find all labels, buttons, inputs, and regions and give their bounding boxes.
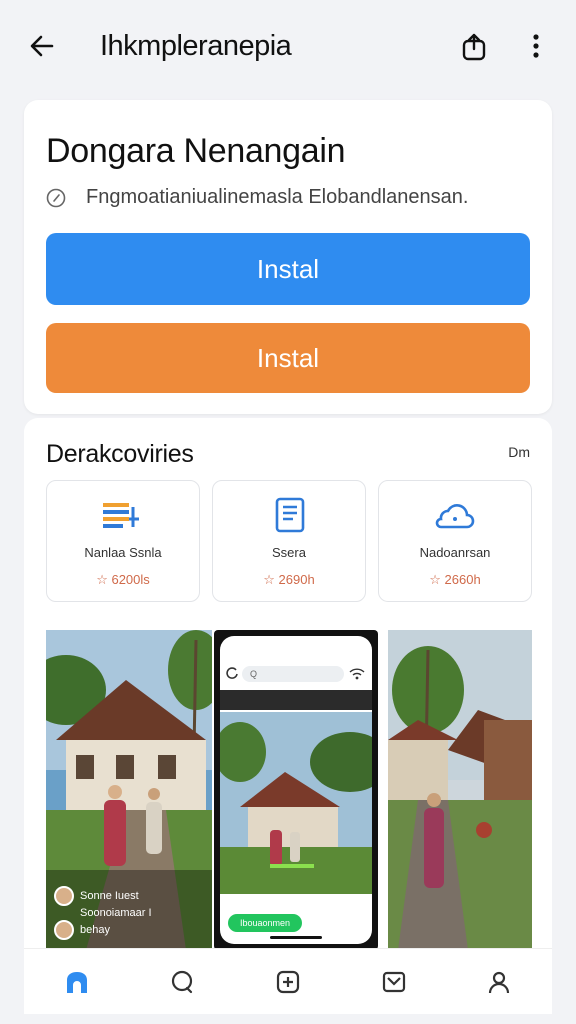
- section-title: Derakcoviries: [46, 440, 194, 468]
- courtyard-scene-image: [388, 630, 532, 950]
- caption-line: Sonne Iuest: [80, 890, 139, 902]
- tile-label: Nanlaa Ssnla: [84, 545, 162, 560]
- install-button-secondary[interactable]: Instal: [46, 323, 530, 393]
- phone-toolbar: [220, 690, 372, 710]
- discover-section: Derakcoviries Dm Nanlaa Ssnla ☆ 6200ls S…: [24, 418, 552, 958]
- tile-count: ☆ 2660h: [429, 572, 481, 587]
- tile-count: ☆ 2690h: [263, 572, 315, 587]
- phone-url-bar[interactable]: Q: [242, 666, 344, 682]
- phone-video[interactable]: [220, 712, 372, 894]
- nav-inbox[interactable]: [369, 957, 419, 1007]
- app-name: Dongara Nenangain: [46, 132, 346, 170]
- courtyard-photo[interactable]: [388, 630, 532, 950]
- refresh-icon: [226, 667, 238, 679]
- phone-cta-button[interactable]: Ibouaonmen: [228, 914, 302, 932]
- bottom-navigation: [24, 948, 552, 1014]
- nav-home[interactable]: [52, 957, 102, 1007]
- tile-label: Ssera: [272, 545, 306, 560]
- inbox-icon: [382, 971, 405, 992]
- profile-icon: [489, 971, 510, 993]
- home-icon: [66, 971, 87, 993]
- info-icon: [46, 188, 66, 207]
- nav-profile[interactable]: [474, 957, 524, 1007]
- nav-chat[interactable]: [157, 957, 207, 1007]
- top-app-bar: Ihkmpleranepia: [0, 0, 576, 92]
- avatar[interactable]: [54, 920, 74, 940]
- see-more-link[interactable]: Dm: [508, 444, 530, 460]
- category-tiles: Nanlaa Ssnla ☆ 6200ls Ssera ☆ 2690h Nado…: [46, 480, 532, 602]
- category-tile[interactable]: Ssera ☆ 2690h: [212, 480, 366, 602]
- chat-icon: [172, 970, 193, 993]
- app-description: Fngmoatianiualinemasla Elobandlanensan.: [46, 186, 468, 209]
- nav-add[interactable]: [263, 957, 313, 1007]
- caption-line: behay: [80, 924, 110, 936]
- wifi-icon: [349, 668, 365, 680]
- page-title: Ihkmpleranepia: [100, 29, 292, 62]
- caption-line: Soonoiamaar I: [80, 907, 152, 919]
- category-tile[interactable]: Nanlaa Ssnla ☆ 6200ls: [46, 480, 200, 602]
- document-icon: [275, 497, 305, 533]
- post-caption: Sonne Iuest Soonoiamaar I behay: [54, 886, 204, 940]
- tile-label: Nadoanrsan: [419, 545, 491, 560]
- description-text: Fngmoatianiualinemasla Elobandlanensan.: [86, 186, 469, 208]
- category-tile[interactable]: Nadoanrsan ☆ 2660h: [378, 480, 532, 602]
- tile-count: ☆ 6200ls: [96, 572, 150, 587]
- app-install-card: Dongara Nenangain Fngmoatianiualinemasla…: [24, 100, 552, 414]
- list-edit-icon: [103, 503, 139, 528]
- back-arrow-icon: [30, 35, 54, 57]
- village-photo[interactable]: Sonne Iuest Soonoiamaar I behay: [46, 630, 212, 950]
- back-button[interactable]: [20, 24, 64, 68]
- cloud-icon: [435, 504, 475, 529]
- share-icon: [462, 33, 486, 61]
- media-gallery: Sonne Iuest Soonoiamaar I behay Q Ibouao…: [46, 630, 532, 950]
- home-indicator: [270, 936, 322, 939]
- more-options-button[interactable]: [516, 24, 556, 68]
- phone-video-image: [220, 712, 372, 894]
- more-vertical-icon: [533, 34, 539, 58]
- add-icon: [276, 970, 300, 993]
- avatar[interactable]: [54, 886, 74, 906]
- phone-screen: Q Ibouaonmen: [220, 636, 372, 944]
- phone-preview[interactable]: Q Ibouaonmen: [214, 630, 378, 950]
- install-button-primary[interactable]: Instal: [46, 233, 530, 305]
- share-button[interactable]: [454, 24, 494, 68]
